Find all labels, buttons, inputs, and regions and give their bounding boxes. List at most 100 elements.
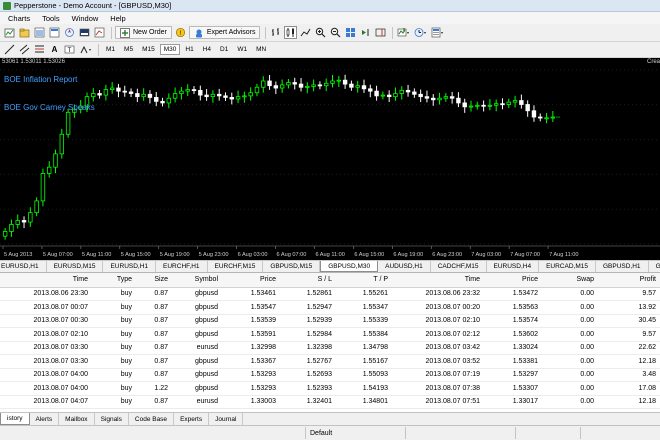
column-header-tp[interactable]: T / P bbox=[336, 273, 392, 288]
candle-body bbox=[449, 96, 455, 99]
zoom-in-icon[interactable] bbox=[314, 26, 327, 39]
cell-type: buy bbox=[92, 381, 136, 396]
candle-body bbox=[9, 224, 14, 232]
candle-body bbox=[424, 96, 430, 99]
table-row[interactable]: 2013.08.07 00:07 buy 0.87 gbpusd 1.53547 1.52… bbox=[0, 300, 660, 315]
timeframe-w1[interactable]: W1 bbox=[233, 44, 251, 55]
column-header-sl[interactable]: S / L bbox=[280, 273, 336, 288]
chart-tab[interactable]: EURUSD,H1 bbox=[103, 261, 157, 272]
terminal-tab-signals[interactable]: Signals bbox=[95, 413, 129, 425]
event-label-carney-speaks[interactable]: BOE Gov Carney Speaks bbox=[4, 103, 95, 112]
timeframe-d1[interactable]: D1 bbox=[216, 44, 232, 55]
chart-tab[interactable]: GBPUSD,H1 bbox=[649, 261, 660, 272]
time-tick-label: 7 Aug 03:00 bbox=[471, 252, 501, 258]
menu-window[interactable]: Window bbox=[72, 14, 99, 23]
table-row[interactable]: 2013.08.07 04:07 buy 0.87 eurusd 1.33003 1.32… bbox=[0, 395, 660, 409]
new-order-button[interactable]: New Order bbox=[115, 26, 172, 39]
chart-shift-icon[interactable] bbox=[374, 26, 387, 39]
candle-body bbox=[386, 94, 392, 98]
chart-tab[interactable]: EURCHF,M15 bbox=[208, 261, 264, 272]
timeframe-m30[interactable]: M30 bbox=[159, 44, 181, 55]
table-row[interactable]: 2013.08.07 04:00 buy 0.87 gbpusd 1.53293 1.52… bbox=[0, 368, 660, 382]
menu-charts[interactable]: Charts bbox=[8, 14, 30, 23]
bar-chart-icon[interactable] bbox=[269, 26, 282, 39]
market-watch-icon[interactable] bbox=[33, 26, 46, 39]
chart-tab[interactable]: EURCAD,M15 bbox=[539, 261, 596, 272]
column-header-symbol[interactable]: Symbol bbox=[172, 273, 222, 288]
candlestick-chart: 5 Aug 2013 5 Aug 07:00 5 Aug 11:00 5 Aug 15… bbox=[0, 69, 660, 258]
chart-tab[interactable]: EURUSD,H1 bbox=[0, 261, 47, 272]
terminal-tab-history[interactable]: istory bbox=[0, 413, 30, 425]
price-chart[interactable]: 5 Aug 2013 5 Aug 07:00 5 Aug 11:00 5 Aug 15… bbox=[0, 58, 660, 260]
terminal-tab-mailbox[interactable]: Mailbox bbox=[59, 413, 95, 425]
text-icon[interactable]: A bbox=[48, 43, 61, 56]
column-header-close-time[interactable]: Time bbox=[392, 273, 484, 288]
terminal-tab-code-base[interactable]: Code Base bbox=[129, 413, 175, 425]
table-row[interactable]: 2013.08.07 03:30 buy 0.87 gbpusd 1.53367 1.52… bbox=[0, 354, 660, 369]
cell-time: 2013.08.07 04:00 bbox=[0, 368, 92, 382]
autoscroll-icon[interactable] bbox=[359, 26, 372, 39]
column-header-price[interactable]: Price bbox=[222, 273, 280, 288]
metaeditor-icon[interactable]: ! bbox=[174, 26, 187, 39]
fibonacci-icon[interactable] bbox=[33, 43, 46, 56]
terminal-tab-experts[interactable]: Experts bbox=[174, 413, 210, 425]
table-row[interactable]: 2013.08.07 00:30 buy 0.87 gbpusd 1.53539 1.52… bbox=[0, 314, 660, 328]
event-label-inflation-report[interactable]: BOE Inflation Report bbox=[4, 75, 77, 84]
timeframe-mn[interactable]: MN bbox=[252, 44, 270, 55]
menu-tools[interactable]: Tools bbox=[42, 14, 60, 23]
column-header-type[interactable]: Type bbox=[92, 273, 136, 288]
candle-body bbox=[506, 101, 511, 105]
navigator-icon[interactable] bbox=[63, 26, 76, 39]
expert-advisors-button[interactable]: Expert Advisors bbox=[188, 26, 261, 39]
strategy-tester-icon[interactable] bbox=[93, 26, 106, 39]
terminal-tab-alerts[interactable]: Alerts bbox=[30, 413, 60, 425]
profiles-icon[interactable] bbox=[18, 26, 31, 39]
trendline-icon[interactable] bbox=[3, 43, 16, 56]
terminal-tab-journal[interactable]: Journal bbox=[209, 413, 244, 425]
line-chart-icon[interactable] bbox=[299, 26, 312, 39]
timeframe-m5[interactable]: M5 bbox=[120, 44, 137, 55]
chart-tab[interactable]: GBPUSD,M15 bbox=[263, 261, 321, 272]
cell-symbol: gbpusd bbox=[172, 381, 222, 396]
candle-body bbox=[550, 116, 556, 119]
chart-tab[interactable]: AUDUSD,H1 bbox=[378, 261, 431, 272]
terminal-icon[interactable] bbox=[78, 26, 91, 39]
table-row[interactable]: 2013.08.07 02:10 buy 0.87 gbpusd 1.53591 1.52… bbox=[0, 327, 660, 342]
candlestick-icon[interactable] bbox=[284, 26, 298, 39]
table-row[interactable]: 2013.08.06 23:30 buy 0.87 gbpusd 1.53461 1.52… bbox=[0, 287, 660, 301]
timeframe-m1[interactable]: M1 bbox=[102, 44, 119, 55]
tile-windows-icon[interactable] bbox=[344, 26, 357, 39]
table-row[interactable]: 2013.08.07 03:30 buy 0.87 eurusd 1.32998 1.32… bbox=[0, 341, 660, 355]
zoom-out-icon[interactable] bbox=[329, 26, 342, 39]
data-window-icon[interactable] bbox=[48, 26, 61, 39]
candle-body bbox=[437, 97, 442, 101]
table-row[interactable]: 2013.08.07 04:00 buy 1.22 gbpusd 1.53293 1.52… bbox=[0, 381, 660, 396]
column-header-swap[interactable]: Swap bbox=[542, 273, 598, 288]
indicators-icon[interactable] bbox=[396, 26, 411, 39]
channel-icon[interactable] bbox=[18, 43, 31, 56]
cell-profit: 22.62 bbox=[598, 341, 660, 355]
templates-icon[interactable] bbox=[430, 26, 445, 39]
cell-size: 0.87 bbox=[136, 300, 172, 315]
chart-tab[interactable]: CADCHF,M15 bbox=[431, 261, 487, 272]
new-chart-icon[interactable] bbox=[3, 26, 16, 39]
timeframe-m15[interactable]: M15 bbox=[138, 44, 159, 55]
toolbar-separator bbox=[392, 26, 394, 39]
chart-tab[interactable]: GBPUSD,H1 bbox=[596, 261, 649, 272]
periods-icon[interactable] bbox=[413, 26, 428, 39]
timeframe-h4[interactable]: H4 bbox=[199, 44, 215, 55]
column-header-profit[interactable]: Profit bbox=[598, 273, 660, 288]
candle-body bbox=[141, 93, 146, 98]
column-header-close-price[interactable]: Price bbox=[484, 273, 542, 288]
timeframe-h1[interactable]: H1 bbox=[181, 44, 197, 55]
chart-tab-active[interactable]: GBPUSD,M30 bbox=[320, 261, 379, 272]
cell-price: 1.53293 bbox=[222, 368, 280, 382]
column-header-size[interactable]: Size bbox=[136, 273, 172, 288]
menu-help[interactable]: Help bbox=[110, 14, 125, 23]
arrows-icon[interactable] bbox=[78, 43, 93, 56]
column-header-time[interactable]: Time bbox=[0, 273, 92, 288]
chart-tab[interactable]: EURCHF,H1 bbox=[156, 261, 208, 272]
chart-tab[interactable]: EURUSD,H4 bbox=[487, 261, 540, 272]
chart-tab[interactable]: EURUSD,M15 bbox=[47, 261, 104, 272]
label-icon[interactable]: T bbox=[63, 43, 76, 56]
